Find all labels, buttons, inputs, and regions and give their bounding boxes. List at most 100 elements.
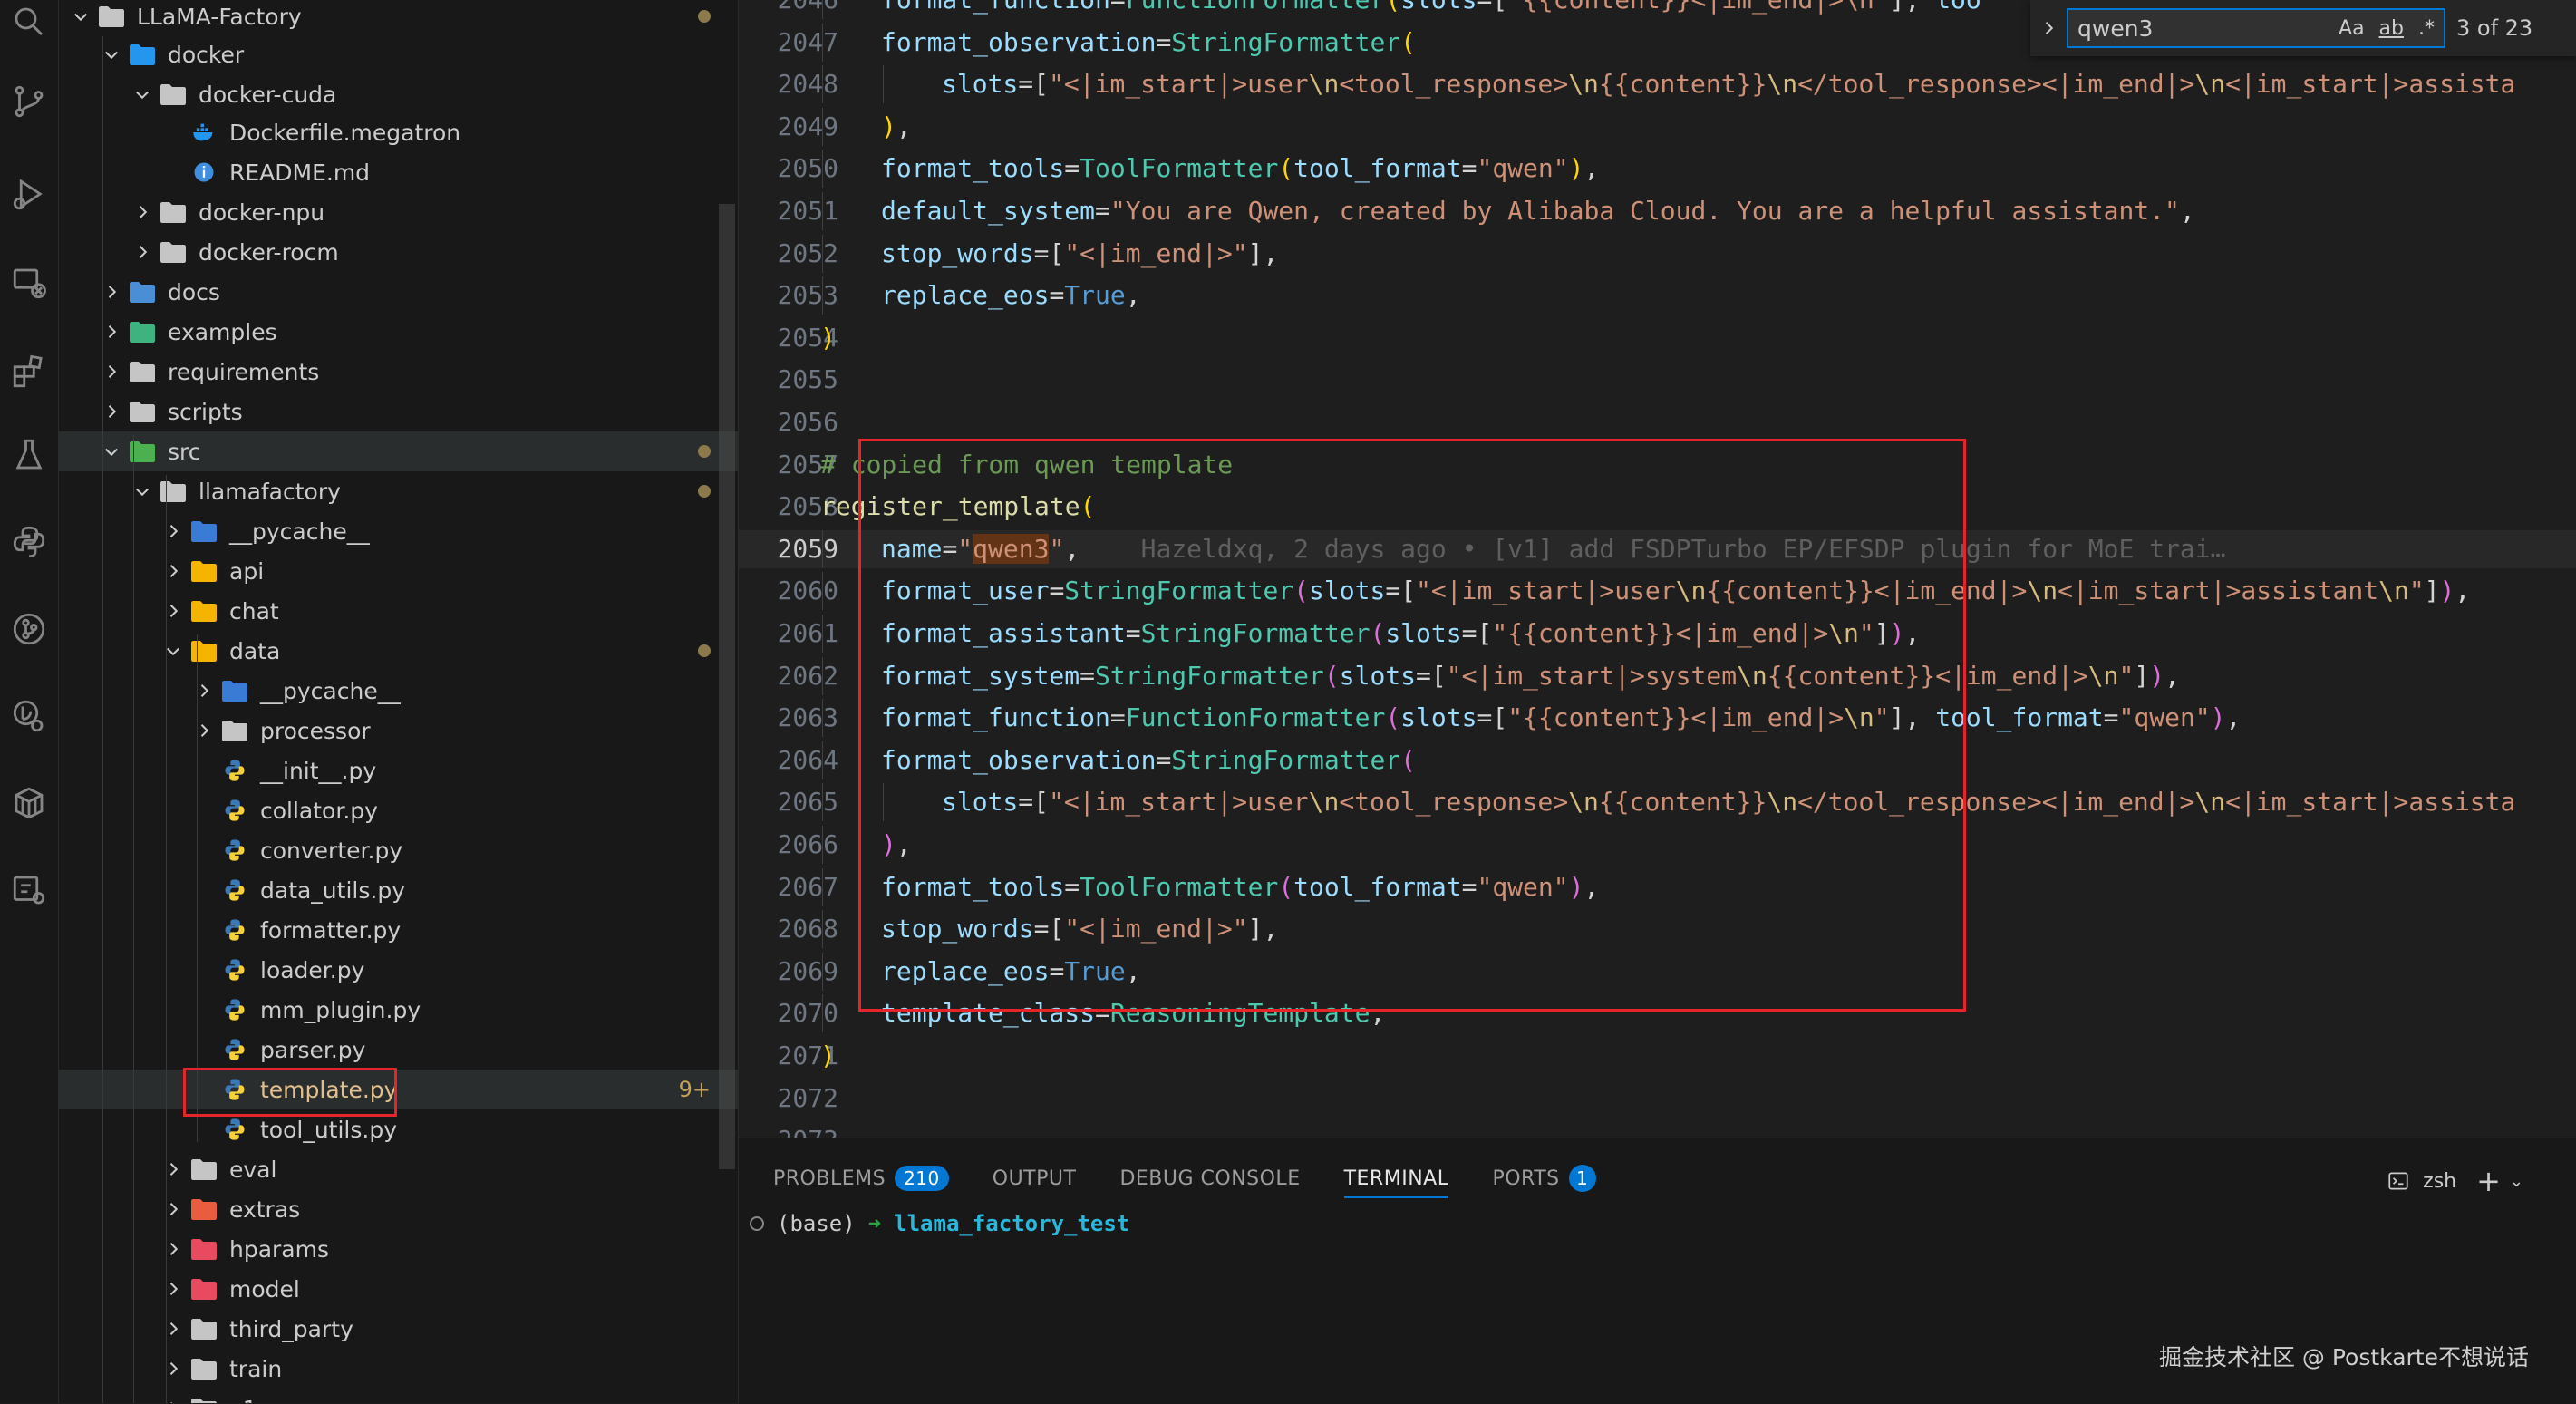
tree-file-collator-py[interactable]: collator.py <box>59 790 738 830</box>
tree-file-data-utils-py[interactable]: data_utils.py <box>59 870 738 910</box>
code-line[interactable]: 2052 stop_words=["<|im_end|>"], <box>739 234 2576 273</box>
code-line[interactable]: 2066), <box>739 826 2576 864</box>
match-case-toggle[interactable]: Aa <box>2339 17 2365 40</box>
code-line[interactable]: 2070 template_class=ReasoningTemplate, <box>739 994 2576 1033</box>
match-whole-word-toggle[interactable]: ab <box>2379 17 2404 40</box>
chevron-right-icon[interactable] <box>131 201 153 223</box>
code-line[interactable]: 2055 <box>739 361 2576 399</box>
code-line[interactable]: 2054) <box>739 319 2576 357</box>
tree-folder-docs[interactable]: docs <box>59 272 738 312</box>
code-editor[interactable]: 2046format_function=FunctionFormatter(sl… <box>739 0 2576 1138</box>
tree-file-loader-py[interactable]: loader.py <box>59 950 738 990</box>
tree-folder-api[interactable]: api <box>59 551 738 591</box>
chevron-down-icon[interactable] <box>101 44 122 65</box>
new-terminal-plus-icon[interactable]: + <box>2476 1164 2501 1198</box>
remote-settings-icon[interactable] <box>0 861 58 919</box>
code-line[interactable]: 2067 format_tools=ToolFormatter(tool_form… <box>739 867 2576 906</box>
tree-file-init-py[interactable]: __init__.py <box>59 750 738 790</box>
tree-folder-model[interactable]: model <box>59 1269 738 1309</box>
chevron-down-icon[interactable] <box>70 5 92 27</box>
code-line[interactable]: 2058 register_template( <box>739 488 2576 526</box>
tree-folder-processor[interactable]: processor <box>59 711 738 750</box>
source-control-icon[interactable] <box>0 73 58 131</box>
chevron-right-icon[interactable] <box>131 241 153 263</box>
tree-file-formatter-py[interactable]: formatter.py <box>59 910 738 950</box>
code-line[interactable]: 2063 format_function=FunctionFormatter(sl… <box>739 699 2576 738</box>
panel-tab-ports[interactable]: PORTS 1 <box>1492 1158 1596 1198</box>
tree-folder-pycache[interactable]: __pycache__ <box>59 671 738 711</box>
tree-folder-requirements[interactable]: requirements <box>59 352 738 392</box>
code-line[interactable]: 2069 replace_eos=True, <box>739 952 2576 991</box>
find-input[interactable]: qwen3 Aa ab .* <box>2067 8 2445 48</box>
code-line[interactable]: 2060 format_user=StringFormatter(slots=["… <box>739 572 2576 611</box>
tree-file-tool-utils-py[interactable]: tool_utils.py <box>59 1109 738 1149</box>
tree-folder-chat[interactable]: chat <box>59 591 738 631</box>
tree-folder-llama-factory[interactable]: LLaMA-Factory <box>59 0 738 36</box>
tree-folder-docker-npu[interactable]: docker-npu <box>59 192 738 232</box>
run-debug-icon[interactable] <box>0 165 58 223</box>
panel-tab-problems[interactable]: PROBLEMS 210 <box>773 1158 949 1198</box>
tree-folder-third-party[interactable]: third_party <box>59 1309 738 1349</box>
toggle-replace-chevron-icon[interactable] <box>2030 19 2067 37</box>
containers-icon[interactable] <box>0 774 58 832</box>
chevron-down-icon[interactable] <box>131 83 153 105</box>
testing-icon[interactable] <box>0 426 58 484</box>
use-regex-toggle[interactable]: .* <box>2418 17 2435 40</box>
tree-folder-examples[interactable]: examples <box>59 312 738 352</box>
tree-folder-src[interactable]: src <box>59 431 738 471</box>
code-line[interactable]: 2068 stop_words=["<|im_end|>"], <box>739 910 2576 949</box>
code-line[interactable]: 2073 <box>739 1121 2576 1138</box>
terminal-prompt[interactable]: (base) ➜ llama_factory_test <box>750 1211 1129 1236</box>
tree-folder-hparams[interactable]: hparams <box>59 1229 738 1269</box>
tree-file-template-py[interactable]: template.py 9+ <box>59 1070 738 1109</box>
search-icon[interactable] <box>0 0 58 51</box>
code-line[interactable]: 2061 format_assistant=StringFormatter(slo… <box>739 615 2576 653</box>
code-line[interactable]: 2071) <box>739 1037 2576 1075</box>
gitlens-icon[interactable] <box>0 687 58 745</box>
chevron-down-icon[interactable]: ⌄ <box>2510 1172 2523 1191</box>
tree-folder-docker[interactable]: docker <box>59 34 738 74</box>
code-line[interactable]: 2064 format_observation=StringFormatter( <box>739 741 2576 779</box>
tree-file-converter-py[interactable]: converter.py <box>59 830 738 870</box>
chevron-down-icon[interactable] <box>101 441 122 462</box>
remote-explorer-icon[interactable] <box>0 254 58 312</box>
code-line[interactable]: 2057 # copied from qwen template <box>739 446 2576 484</box>
code-line[interactable]: 2048 slots=["<|im_start|>user\n<tool_resp… <box>739 65 2576 104</box>
code-line[interactable]: 2072 <box>739 1080 2576 1118</box>
code-line[interactable]: 2051 default_system="You are Qwen, create… <box>739 192 2576 230</box>
code-line[interactable]: 2062 format_system=StringFormatter(slots=… <box>739 656 2576 695</box>
tree-folder-data[interactable]: data <box>59 631 738 671</box>
terminal-shell-selector[interactable]: zsh + ⌄ <box>2387 1164 2523 1198</box>
git-graph-icon[interactable] <box>0 600 58 658</box>
panel-tab-terminal[interactable]: TERMINAL <box>1343 1158 1449 1198</box>
tree-file-readme-md[interactable]: README.md <box>59 152 738 192</box>
tree-folder-docker-rocm[interactable]: docker-rocm <box>59 232 738 272</box>
chevron-right-icon[interactable] <box>101 281 122 303</box>
code-line[interactable]: 2065 slots=["<|im_start|>user\n<tool_resp… <box>739 783 2576 822</box>
tree-file-mm-plugin-py[interactable]: mm_plugin.py <box>59 990 738 1030</box>
sidebar-scrollbar[interactable] <box>719 204 735 1169</box>
python-icon[interactable] <box>0 513 58 571</box>
panel-tab-output[interactable]: OUTPUT <box>993 1158 1077 1198</box>
panel-tab-debug-console[interactable]: DEBUG CONSOLE <box>1119 1158 1300 1198</box>
code-line[interactable]: 2049), <box>739 107 2576 146</box>
chevron-down-icon[interactable] <box>131 480 153 502</box>
tree-folder-v1[interactable]: v1 <box>59 1389 738 1403</box>
tree-folder-eval[interactable]: eval <box>59 1149 738 1189</box>
tree-folder-pycache[interactable]: __pycache__ <box>59 511 738 551</box>
chevron-right-icon[interactable] <box>101 401 122 422</box>
extensions-icon[interactable] <box>0 343 58 401</box>
code-line[interactable]: 2056 <box>739 403 2576 441</box>
tree-folder-train[interactable]: train <box>59 1349 738 1389</box>
chevron-right-icon[interactable] <box>101 321 122 343</box>
tree-folder-extras[interactable]: extras <box>59 1189 738 1229</box>
chevron-right-icon[interactable] <box>101 361 122 382</box>
code-line[interactable]: 2053 replace_eos=True, <box>739 276 2576 315</box>
tree-file-parser-py[interactable]: parser.py <box>59 1030 738 1070</box>
tree-folder-scripts[interactable]: scripts <box>59 392 738 431</box>
tree-folder-llamafactory[interactable]: llamafactory <box>59 471 738 511</box>
tree-file-dockerfile-megatron[interactable]: Dockerfile.megatron <box>59 112 738 152</box>
tree-folder-docker-cuda[interactable]: docker-cuda <box>59 74 738 114</box>
code-line[interactable]: 2059 name="qwen3", Hazeldxq, 2 days ago •… <box>739 529 2576 568</box>
code-line[interactable]: 2050 format_tools=ToolFormatter(tool_form… <box>739 150 2576 189</box>
